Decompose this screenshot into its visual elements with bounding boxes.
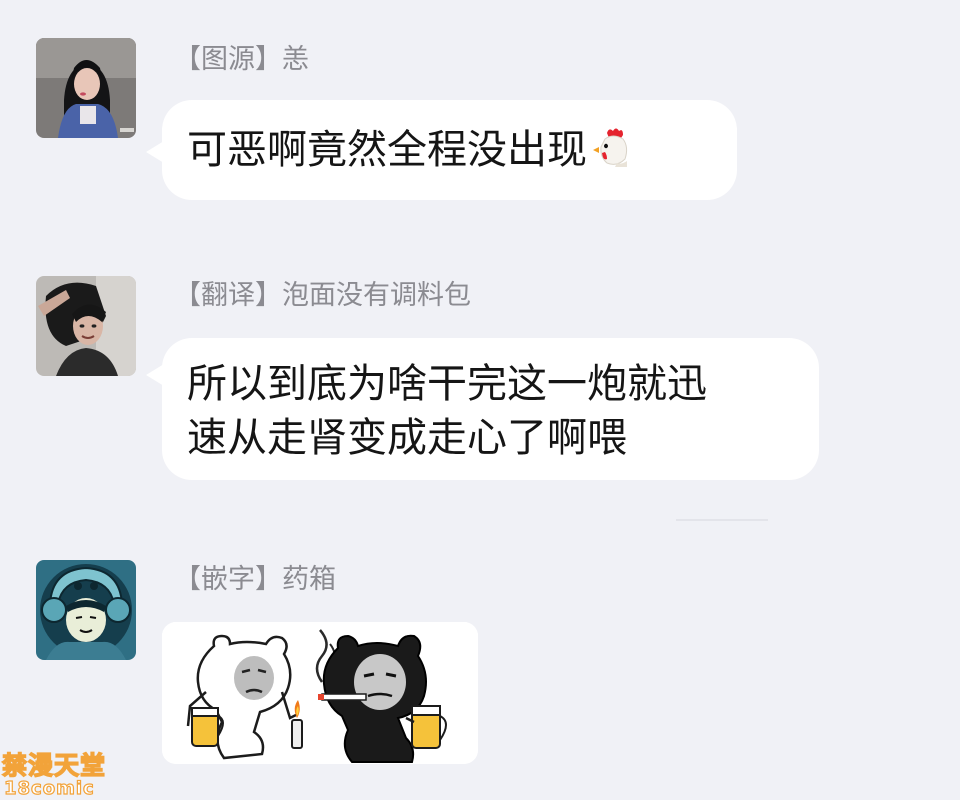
avatar[interactable] bbox=[36, 276, 136, 376]
sender-name: 【翻译】泡面没有调料包 bbox=[174, 280, 471, 311]
message-text: 所以到底为啥干完这一炮就迅 速从走肾变成走心了啊喂 bbox=[187, 361, 707, 461]
message-text: 可恶啊竟然全程没出现 bbox=[187, 127, 587, 173]
avatar[interactable] bbox=[36, 560, 136, 660]
rooster-head-icon bbox=[591, 125, 635, 169]
avatar[interactable] bbox=[36, 38, 136, 138]
panda-meme-smoking-beer-sticker[interactable] bbox=[162, 622, 478, 764]
divider bbox=[676, 519, 768, 521]
message-bubble[interactable]: 可恶啊竟然全程没出现 bbox=[162, 100, 737, 200]
watermark-logo: 禁漫天堂 18comic bbox=[1, 751, 112, 800]
watermark-title: 禁漫天堂 bbox=[1, 751, 107, 780]
watermark-subtitle: 18comic bbox=[3, 778, 95, 799]
sender-name: 【嵌字】药箱 bbox=[174, 564, 336, 595]
message-bubble[interactable]: 所以到底为啥干完这一炮就迅 速从走肾变成走心了啊喂 bbox=[162, 338, 819, 480]
sender-name: 【图源】恙 bbox=[174, 44, 309, 75]
